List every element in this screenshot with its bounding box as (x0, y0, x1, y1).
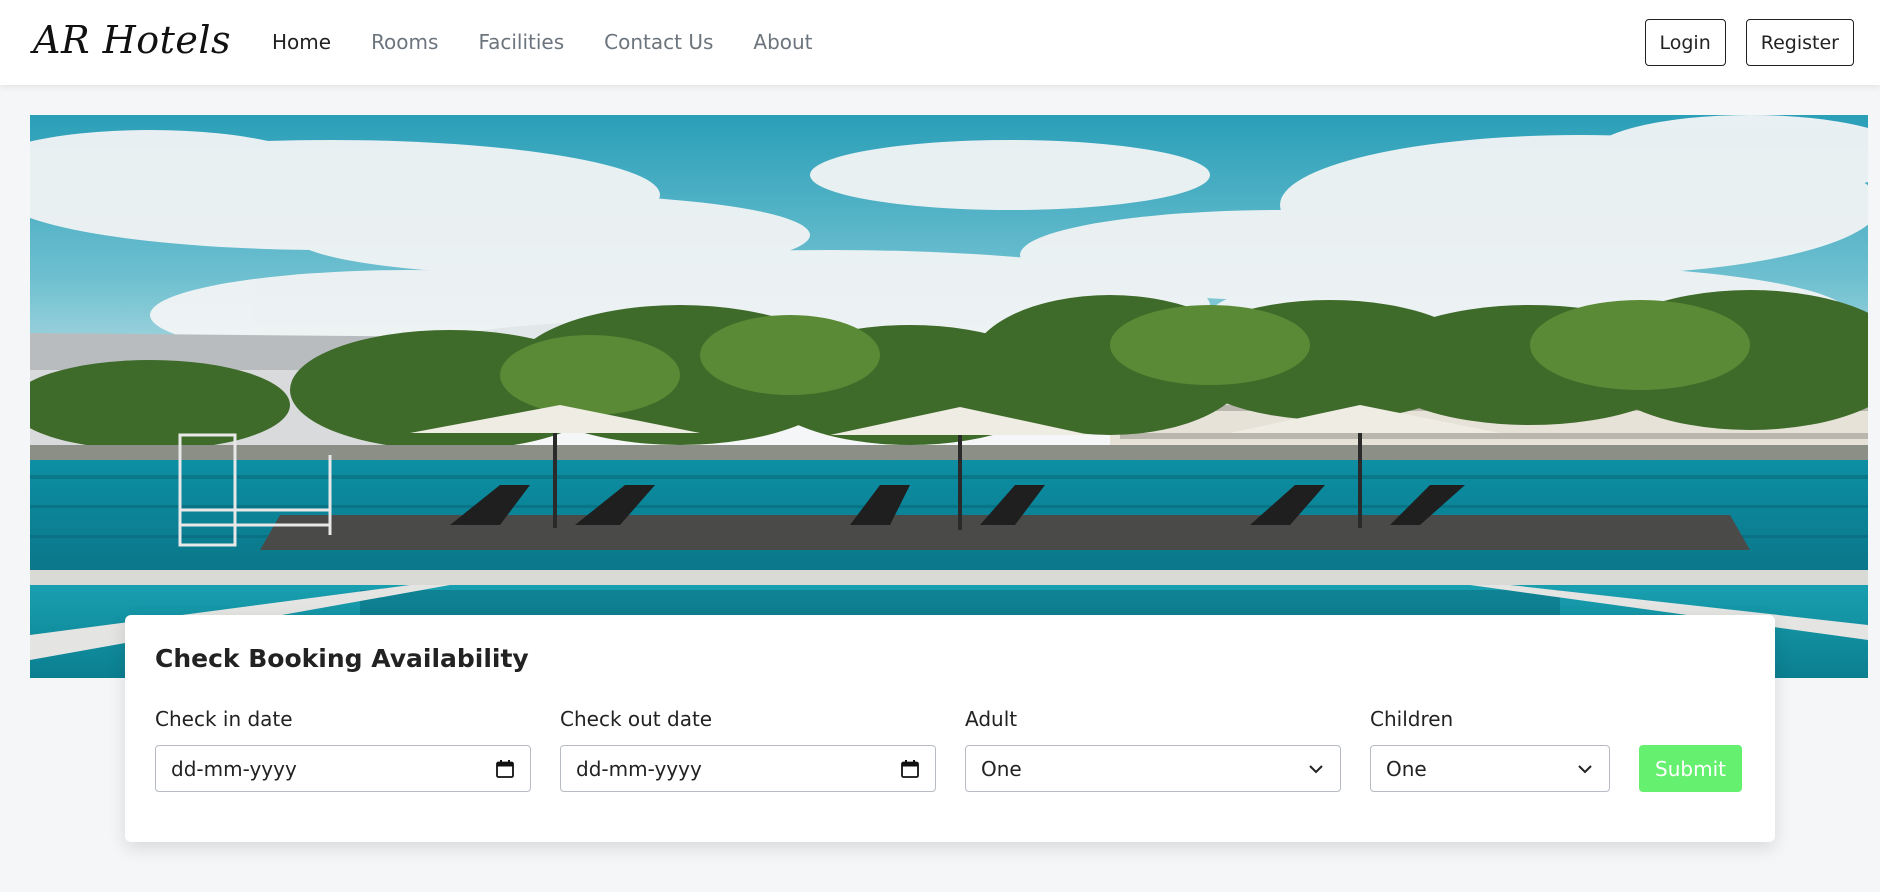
adult-value: One (981, 756, 1022, 781)
checkin-label: Check in date (155, 707, 293, 731)
calendar-icon[interactable] (495, 759, 515, 779)
adult-select[interactable]: One (965, 745, 1341, 792)
checkout-date-input[interactable]: dd-mm-yyyy (560, 745, 936, 792)
children-value: One (1386, 756, 1427, 781)
login-button[interactable]: Login (1644, 19, 1726, 66)
booking-title: Check Booking Availability (155, 644, 529, 673)
nav-home[interactable]: Home (272, 30, 331, 54)
children-label: Children (1370, 707, 1454, 731)
checkout-placeholder: dd-mm-yyyy (576, 756, 702, 781)
nav-contact-us[interactable]: Contact Us (604, 30, 713, 54)
chevron-down-icon (1578, 764, 1592, 773)
auth-buttons: Login Register (1644, 19, 1854, 66)
brand-logo[interactable]: AR Hotels (33, 18, 231, 62)
checkin-date-input[interactable]: dd-mm-yyyy (155, 745, 531, 792)
nav-rooms[interactable]: Rooms (371, 30, 438, 54)
chevron-down-icon (1309, 764, 1323, 773)
hotel-pool-photo-icon (30, 115, 1868, 678)
navbar: AR Hotels Home Rooms Facilities Contact … (0, 0, 1880, 85)
checkin-placeholder: dd-mm-yyyy (171, 756, 297, 781)
submit-button[interactable]: Submit (1639, 745, 1742, 792)
children-select[interactable]: One (1370, 745, 1610, 792)
register-button[interactable]: Register (1745, 19, 1854, 66)
nav-facilities[interactable]: Facilities (478, 30, 564, 54)
nav-about[interactable]: About (753, 30, 812, 54)
adult-label: Adult (965, 707, 1018, 731)
calendar-icon[interactable] (900, 759, 920, 779)
main-nav: Home Rooms Facilities Contact Us About (272, 30, 813, 54)
booking-card: Check Booking Availability Check in date… (125, 615, 1775, 842)
checkout-label: Check out date (560, 707, 713, 731)
hero-image (30, 115, 1868, 678)
